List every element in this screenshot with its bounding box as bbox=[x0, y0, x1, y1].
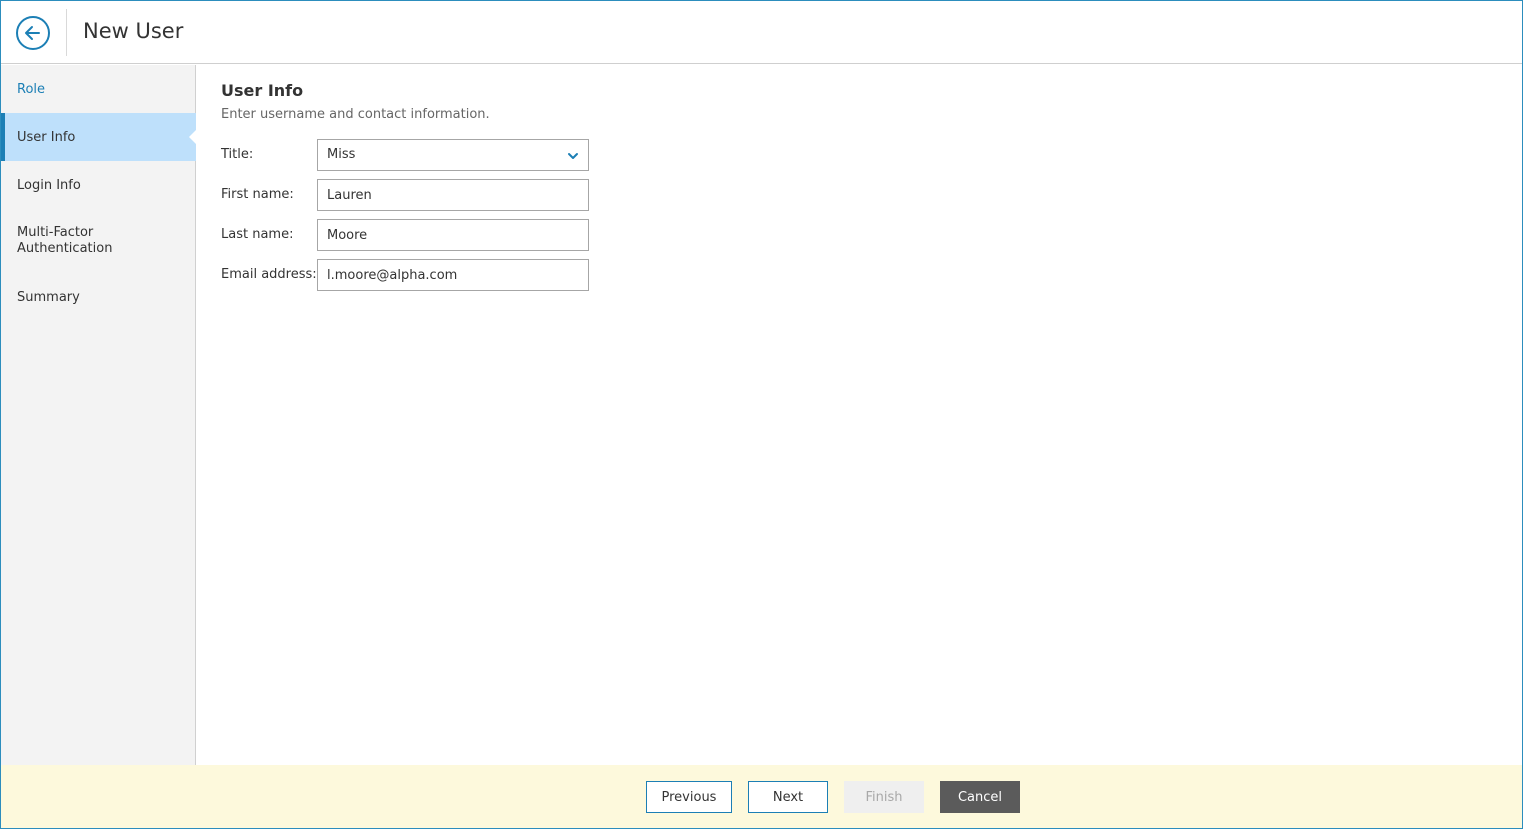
sidebar-item-login-info[interactable]: Login Info bbox=[1, 161, 196, 209]
header-divider bbox=[66, 9, 67, 56]
title-row: Title: Miss bbox=[221, 139, 821, 171]
sidebar-item-label: Login Info bbox=[17, 177, 81, 193]
main-content: User Info Enter username and contact inf… bbox=[221, 65, 1501, 765]
cancel-button[interactable]: Cancel bbox=[940, 781, 1020, 813]
last-name-label: Last name: bbox=[221, 227, 294, 242]
wizard-window: New User Role User Info Login Info Multi… bbox=[0, 0, 1523, 829]
first-name-input[interactable] bbox=[317, 179, 589, 211]
last-name-input[interactable] bbox=[317, 219, 589, 251]
sidebar-item-label: User Info bbox=[17, 129, 76, 145]
title-select-value: Miss bbox=[327, 147, 356, 162]
finish-button[interactable]: Finish bbox=[844, 781, 924, 813]
sidebar-item-label: Role bbox=[17, 81, 46, 97]
sidebar-item-user-info[interactable]: User Info bbox=[1, 113, 197, 161]
email-row: Email address: bbox=[221, 259, 821, 291]
chevron-down-icon bbox=[568, 153, 578, 159]
section-description: Enter username and contact information. bbox=[221, 107, 490, 122]
back-button[interactable] bbox=[16, 16, 50, 50]
email-input[interactable] bbox=[317, 259, 589, 291]
wizard-steps-sidebar: Role User Info Login Info Multi-Factor A… bbox=[1, 65, 197, 765]
sidebar-item-label: Summary bbox=[17, 289, 80, 305]
sidebar-item-multi-factor-authentication[interactable]: Multi-Factor Authentication bbox=[1, 209, 196, 273]
email-label: Email address: bbox=[221, 267, 317, 282]
title-select[interactable]: Miss bbox=[317, 139, 589, 171]
wizard-footer: Previous Next Finish Cancel bbox=[1, 765, 1522, 828]
last-name-row: Last name: bbox=[221, 219, 821, 251]
section-title: User Info bbox=[221, 81, 304, 100]
next-button[interactable]: Next bbox=[748, 781, 828, 813]
sidebar-item-role[interactable]: Role bbox=[1, 65, 196, 113]
title-label: Title: bbox=[221, 147, 254, 162]
first-name-label: First name: bbox=[221, 187, 294, 202]
sidebar-item-label: Multi-Factor Authentication bbox=[17, 225, 113, 256]
first-name-row: First name: bbox=[221, 179, 821, 211]
sidebar-item-summary[interactable]: Summary bbox=[1, 273, 196, 321]
arrow-left-circle-icon bbox=[25, 26, 40, 40]
header: New User bbox=[1, 1, 1522, 64]
page-title: New User bbox=[83, 19, 184, 43]
previous-button[interactable]: Previous bbox=[646, 781, 732, 813]
